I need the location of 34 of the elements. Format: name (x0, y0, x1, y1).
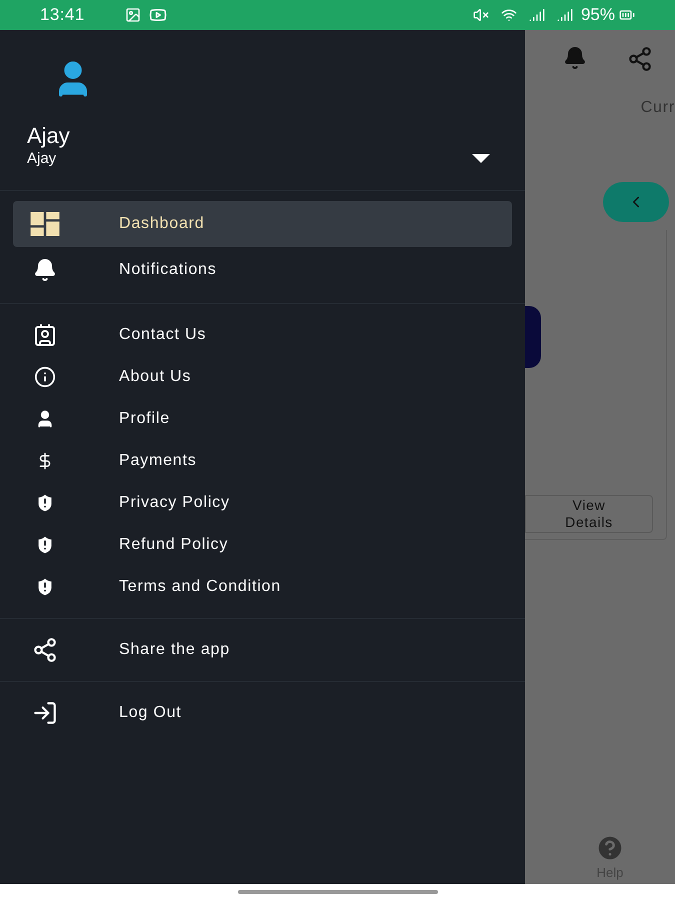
account-dropdown[interactable] (472, 154, 490, 164)
view-details-button[interactable]: View Details (525, 495, 653, 533)
bell-icon (33, 258, 57, 282)
logout-icon (32, 700, 58, 726)
menu-item[interactable]: Log Out (13, 692, 512, 734)
clock: 13:41 (40, 4, 85, 26)
menu-item[interactable]: Refund Policy (13, 524, 512, 566)
menu-item[interactable]: Profile (13, 398, 512, 440)
mute-icon (472, 7, 489, 23)
menu-item[interactable]: Terms and Condition (13, 566, 512, 608)
user-subtitle: Ajay (27, 150, 58, 168)
battery-percent: 95% (580, 4, 615, 26)
user-name: Ajay (27, 122, 71, 150)
menu-item[interactable]: About Us (13, 356, 512, 398)
dashboard-icon (30, 212, 60, 236)
signal-icon (528, 7, 545, 23)
menu-item[interactable]: Privacy Policy (13, 482, 512, 524)
menu-item[interactable]: Dashboard (13, 201, 512, 248)
share-icon (32, 637, 58, 664)
menu-item[interactable]: Notifications (13, 247, 512, 294)
share-icon (627, 46, 653, 72)
menu-item[interactable]: Contact Us (13, 314, 512, 356)
menu-item[interactable]: Share the app (13, 629, 512, 672)
contact-card-icon (33, 323, 57, 348)
tab-label: Curr (640, 98, 675, 118)
info-icon (34, 366, 56, 388)
caret-icon (472, 154, 490, 164)
image-icon (124, 7, 141, 23)
banner (525, 306, 541, 368)
video-icon (148, 6, 167, 24)
menu-item[interactable]: Payments (13, 440, 512, 482)
wifi-icon (500, 7, 517, 23)
signal-icon (556, 7, 573, 23)
bell-icon (563, 46, 587, 70)
